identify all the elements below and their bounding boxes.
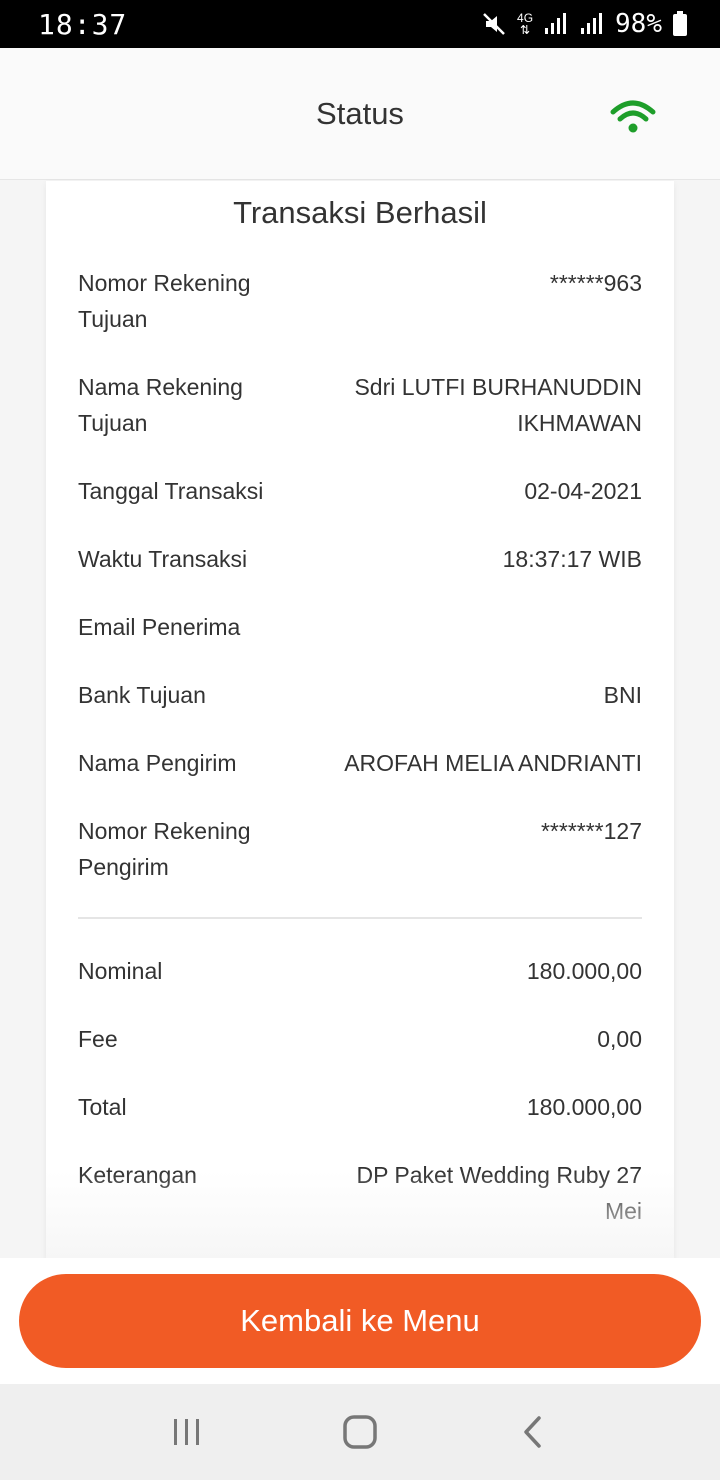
status-icons: 4G ⇅ 98% [481, 9, 688, 39]
mute-icon [481, 11, 507, 37]
detail-label: Nama Rekening Tujuan [78, 374, 243, 436]
amount-value: 180.000,00 [526, 958, 642, 984]
amount-row: Total 180.000,00 [78, 1089, 642, 1125]
status-bar: 18:37 4G ⇅ 98% [0, 0, 720, 48]
detail-row: Nama Rekening Tujuan Sdri LUTFI BURHANUD… [78, 369, 642, 441]
receipt-card: Transaksi Berhasil Nomor Rekening Tujuan… [46, 181, 674, 1261]
detail-value: BNI [603, 682, 642, 708]
amount-row: Nominal 180.000,00 [78, 953, 642, 989]
amount-row: Fee 0,00 [78, 1021, 642, 1057]
detail-row: Tanggal Transaksi 02-04-2021 [78, 473, 642, 509]
status-time: 18:37 [38, 7, 128, 41]
detail-row: Nomor Rekening Pengirim *******127 [78, 813, 642, 885]
detail-row: Nama Pengirim AROFAH MELIA ANDRIANTI [78, 745, 642, 781]
detail-label: Nomor Rekening Tujuan [78, 270, 251, 332]
data-arrows-icon: ⇅ [519, 23, 531, 37]
detail-label: Bank Tujuan [78, 682, 206, 708]
receipt-title: Transaksi Berhasil [233, 195, 487, 230]
divider [78, 917, 642, 919]
detail-value: Sdri LUTFI BURHANUDDIN IKHMAWAN [354, 374, 642, 436]
signal-icon-secondary [579, 12, 605, 36]
amount-label: Fee [78, 1026, 118, 1052]
home-icon[interactable] [320, 1402, 400, 1462]
detail-value: AROFAH MELIA ANDRIANTI [344, 750, 642, 776]
detail-label: Nomor Rekening Pengirim [78, 818, 251, 880]
detail-value: ******963 [549, 270, 642, 296]
detail-row: Bank Tujuan BNI [78, 677, 642, 713]
back-icon[interactable] [493, 1402, 573, 1462]
battery-icon [672, 11, 688, 37]
navigation-bar [0, 1384, 720, 1480]
battery-percent: 98% [615, 9, 662, 39]
amount-value: 0,00 [597, 1026, 642, 1052]
detail-value: *******127 [540, 818, 642, 844]
scroll-fade [46, 1171, 674, 1261]
detail-label: Nama Pengirim [78, 750, 237, 776]
app-header: Status [0, 48, 720, 180]
page-title: Status [316, 95, 404, 131]
amount-label: Total [78, 1094, 127, 1120]
detail-value: 02-04-2021 [524, 478, 642, 504]
detail-label: Waktu Transaksi [78, 546, 248, 572]
detail-row: Waktu Transaksi 18:37:17 WIB [78, 541, 642, 577]
detail-row: Nomor Rekening Tujuan ******963 [78, 265, 642, 337]
detail-value: 18:37:17 WIB [502, 546, 642, 572]
signal-icon [543, 12, 569, 36]
amount-value: 180.000,00 [526, 1094, 642, 1120]
receipt-details: Nomor Rekening Tujuan ******963 Nama Rek… [46, 265, 674, 1229]
detail-label: Tanggal Transaksi [78, 478, 264, 504]
wifi-icon [610, 100, 656, 139]
amount-label: Nominal [78, 958, 163, 984]
network-type: 4G ⇅ [517, 12, 533, 36]
action-area: Kembali ke Menu [0, 1258, 720, 1384]
detail-row: Email Penerima [78, 609, 642, 645]
back-to-menu-button[interactable]: Kembali ke Menu [19, 1274, 701, 1368]
recents-icon[interactable] [147, 1402, 227, 1462]
detail-label: Email Penerima [78, 614, 241, 640]
